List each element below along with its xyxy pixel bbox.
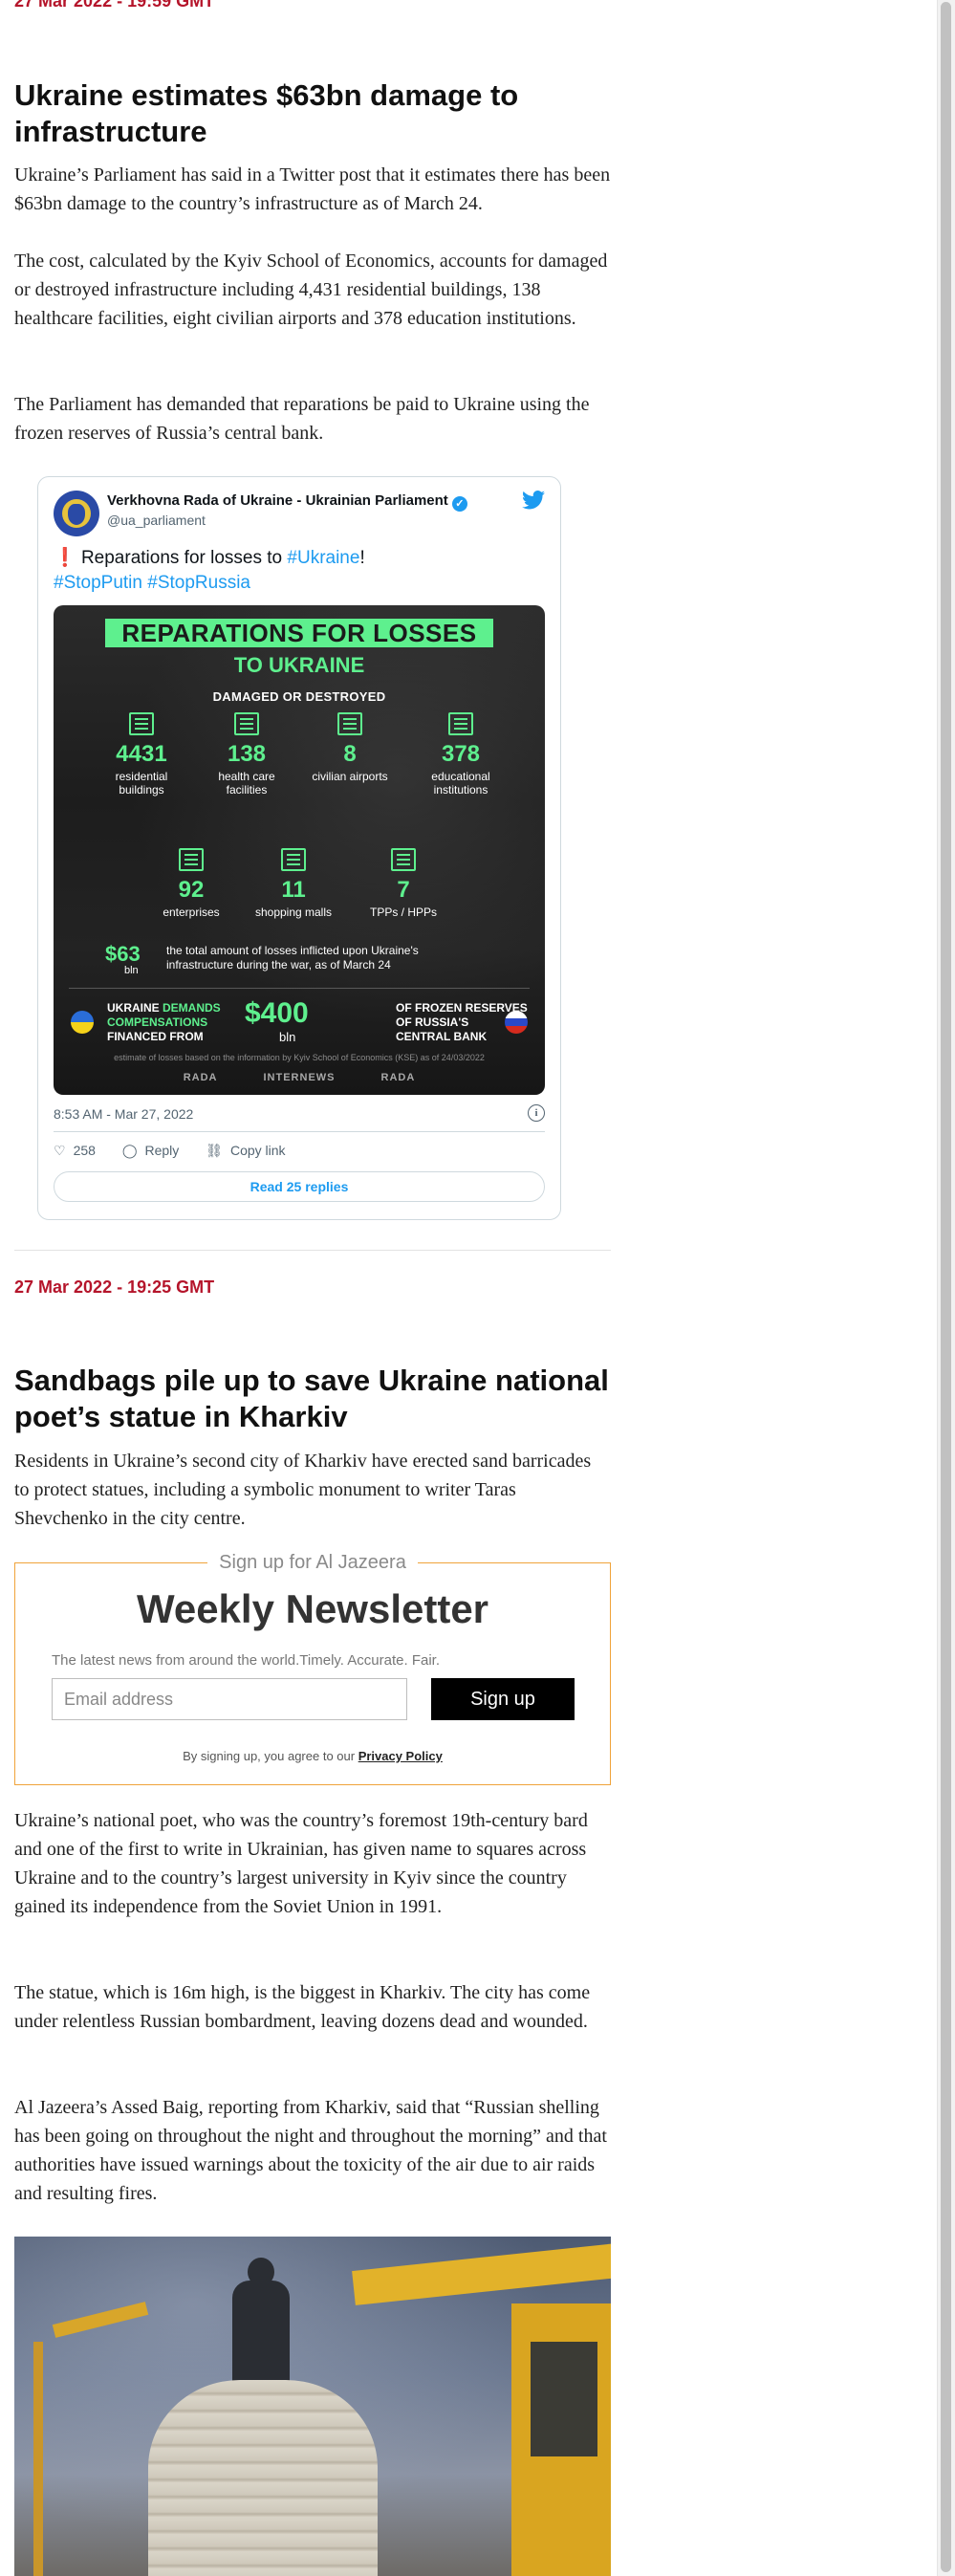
stat-health: 138 health care facilities — [208, 712, 285, 797]
newsletter-title: Weekly Newsletter — [136, 1586, 489, 1631]
ukraine-flag-icon — [71, 1011, 94, 1034]
post-paragraph: Residents in Ukraine’s second city of Kh… — [14, 1451, 592, 1529]
hashtag-ukraine-link[interactable]: #Ukraine — [287, 548, 359, 568]
tweet-actions: ♡ 258 ◯ Reply ⛓ Copy link — [54, 1143, 309, 1159]
stat-power-plants: 7 TPPs / HPPs — [356, 848, 451, 919]
stat-enterprises: 92 enterprises — [153, 848, 229, 919]
link-icon: ⛓ — [206, 1143, 223, 1158]
post-divider — [14, 1250, 611, 1251]
reply-button[interactable]: ◯ Reply — [122, 1143, 179, 1159]
page-scrollbar[interactable] — [937, 0, 955, 2576]
parliament-avatar[interactable] — [54, 491, 99, 536]
infographic-damaged-label: DAMAGED OR DESTROYED — [212, 689, 386, 704]
post-paragraph: The cost, calculated by the Kyiv School … — [14, 251, 608, 329]
tweet-timestamp-link[interactable]: 8:53 AM - Mar 27, 2022 — [54, 1106, 193, 1122]
scrollbar-thumb[interactable] — [941, 2, 951, 2572]
russia-flag-icon — [505, 1011, 528, 1034]
statue-sandbags-photo — [14, 2237, 611, 2576]
tweet-handle[interactable]: @ua_parliament — [107, 513, 206, 528]
heart-icon: ♡ — [54, 1143, 66, 1158]
total-loss-unit: bln — [124, 965, 139, 976]
exclamation-icon: ❗ — [54, 548, 76, 568]
tweet-infographic-image[interactable]: REPARATIONS FOR LOSSES TO UKRAINE DAMAGE… — [54, 605, 545, 1095]
reply-icon: ◯ — [121, 1143, 138, 1158]
building-icon — [129, 712, 154, 735]
stat-airports: 8 civilian airports — [312, 712, 388, 783]
infographic-subtitle: TO UKRAINE — [233, 653, 365, 677]
info-icon[interactable]: i — [528, 1104, 545, 1122]
privacy-policy-link[interactable]: Privacy Policy — [358, 1749, 443, 1763]
newsletter-legend: Sign up for Al Jazeera — [15, 1552, 610, 1574]
post-paragraph: Al Jazeera’s Assed Baig, reporting from … — [14, 2097, 607, 2204]
infographic-logos: RADA INTERNEWS RADA — [183, 1072, 416, 1083]
newsletter-signup: Sign up for Al Jazeera Weekly Newsletter… — [14, 1552, 611, 1785]
verified-badge-icon: ✓ — [451, 496, 467, 512]
total-loss-amount: $63 — [105, 942, 141, 966]
hashtag-stoprussia-link[interactable]: #StopRussia — [147, 573, 250, 593]
post-paragraph: Ukraine’s Parliament has said in a Twitt… — [14, 164, 611, 214]
newsletter-tagline: The latest news from around the world.Ti… — [52, 1652, 440, 1669]
tweet-text: ❗ Reparations for losses to #Ukraine! #S… — [54, 548, 365, 593]
reserve-unit: bln — [279, 1030, 296, 1044]
stat-education: 378 educational institutions — [413, 712, 509, 797]
school-icon — [448, 712, 473, 735]
post-headline: Ukraine estimates $63bn damage to infras… — [14, 78, 519, 148]
signup-button[interactable]: Sign up — [431, 1678, 575, 1720]
infographic-footnote: estimate of losses based on the informat… — [114, 1053, 485, 1062]
infographic-title: REPARATIONS FOR LOSSES — [105, 619, 493, 647]
email-input[interactable] — [52, 1678, 407, 1720]
reserve-amount: $400 — [245, 997, 309, 1029]
total-loss-text: the total amount of losses inflicted upo… — [166, 944, 419, 971]
post-headline: Sandbags pile up to save Ukraine nationa… — [14, 1364, 609, 1433]
twitter-bird-icon[interactable] — [522, 491, 545, 514]
like-button[interactable]: ♡ 258 — [54, 1143, 96, 1159]
post-paragraph: Ukraine’s national poet, who was the cou… — [14, 1810, 588, 1917]
read-replies-button[interactable]: Read 25 replies — [54, 1171, 545, 1202]
stat-residential: 4431 residential buildings — [94, 712, 189, 797]
post-paragraph: The Parliament has demanded that reparat… — [14, 394, 590, 444]
post-timestamp: 27 Mar 2022 - 19:59 GMT — [14, 0, 215, 11]
factory-icon — [179, 848, 204, 871]
post-timestamp: 27 Mar 2022 - 19:25 GMT — [14, 1277, 215, 1297]
newsletter-terms: By signing up, you agree to our Privacy … — [183, 1749, 443, 1763]
embedded-tweet[interactable]: Verkhovna Rada of Ukraine - Ukrainian Pa… — [37, 476, 561, 1220]
post-paragraph: The statue, which is 16m high, is the bi… — [14, 1982, 591, 2032]
copy-link-button[interactable]: ⛓ Copy link — [206, 1143, 285, 1159]
mall-icon — [281, 848, 306, 871]
tweet-author[interactable]: Verkhovna Rada of Ukraine - Ukrainian Pa… — [107, 492, 467, 512]
power-plant-icon — [391, 848, 416, 871]
hashtag-stopputin-link[interactable]: #StopPutin — [54, 573, 142, 593]
stat-malls: 11 shopping malls — [241, 848, 346, 919]
airport-icon — [337, 712, 362, 735]
demands-text: UKRAINE DEMANDS COMPENSATIONS FINANCED F… — [107, 1001, 221, 1043]
hospital-icon — [234, 712, 259, 735]
